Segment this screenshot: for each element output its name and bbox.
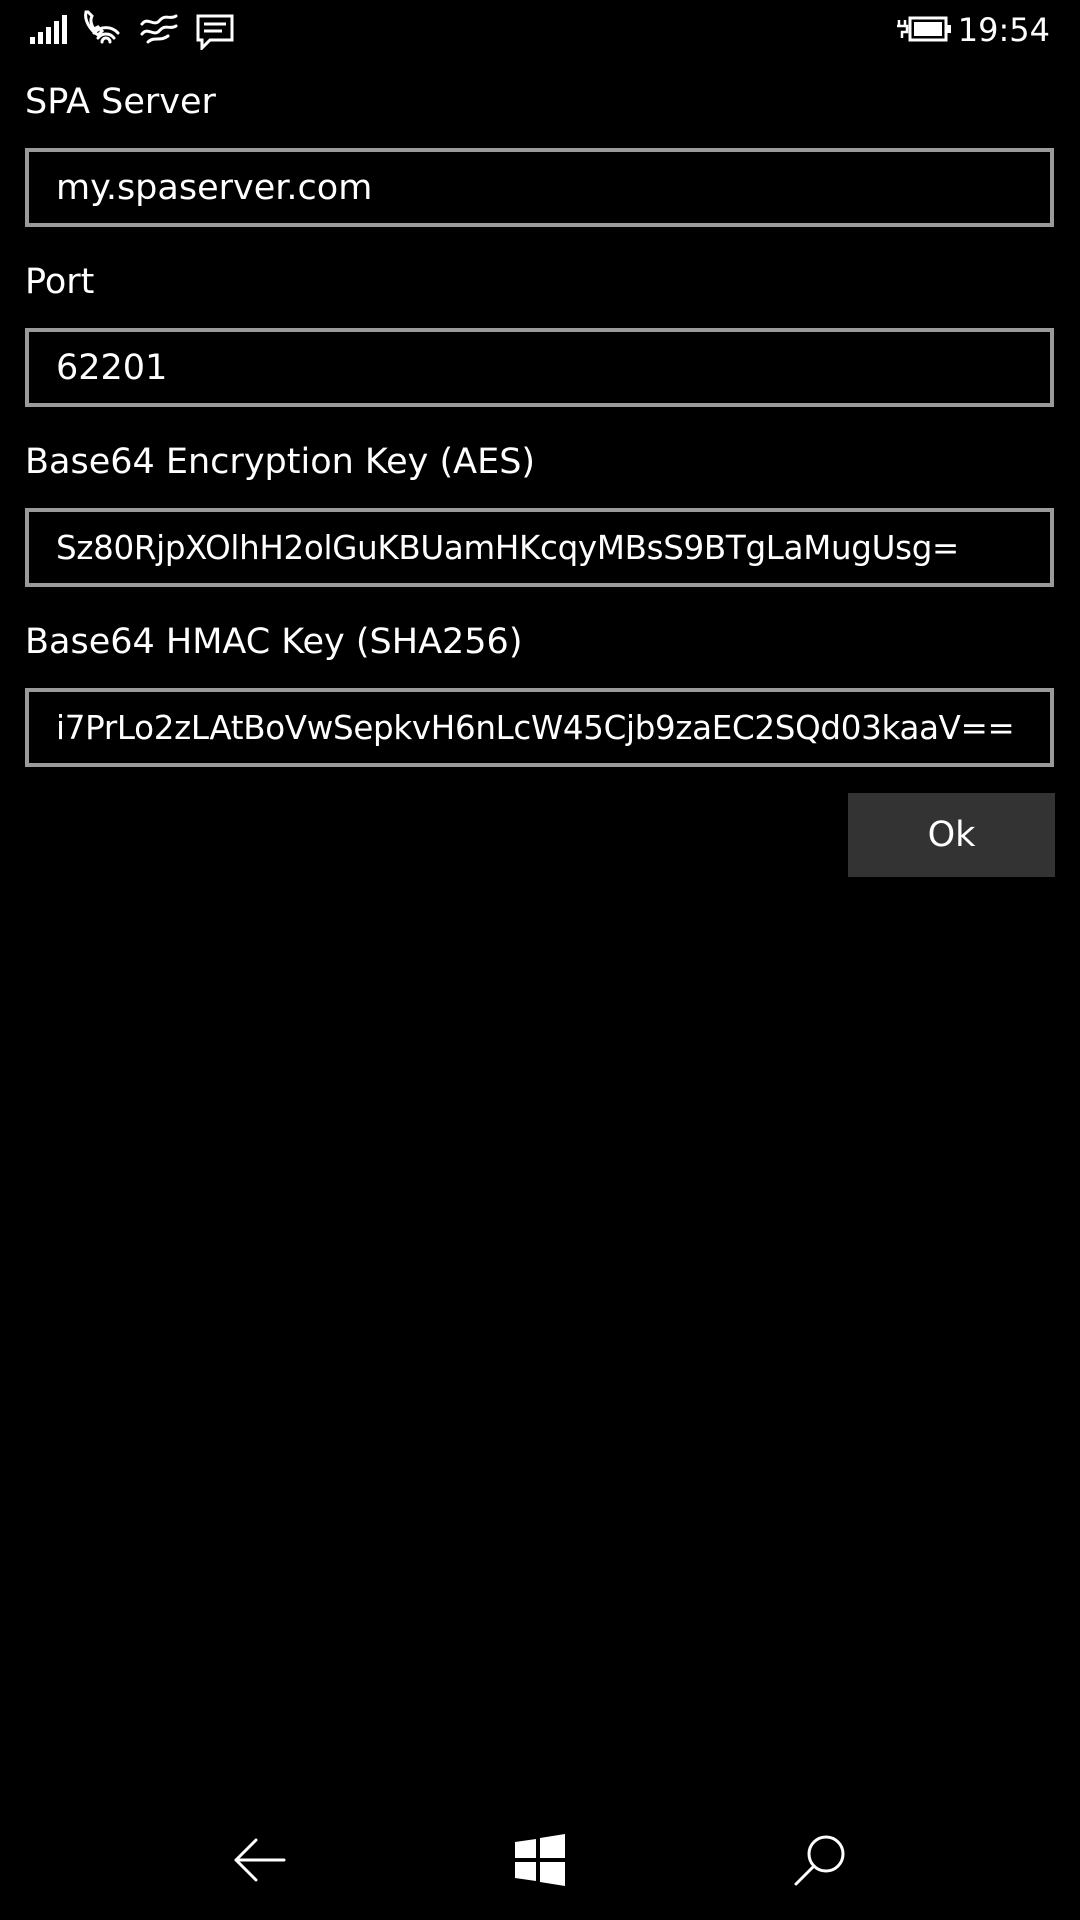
spa-server-label: SPA Server <box>25 82 216 122</box>
signal-strength-icon <box>30 14 68 44</box>
ok-button[interactable]: Ok <box>848 793 1055 877</box>
wifi-calling-icon <box>82 8 124 46</box>
spa-server-input[interactable] <box>25 148 1054 227</box>
battery-charging-icon <box>896 14 952 44</box>
encryption-key-label: Base64 Encryption Key (AES) <box>25 442 536 482</box>
navigation-bar <box>0 1800 1080 1920</box>
search-button[interactable] <box>790 1830 850 1890</box>
port-input[interactable] <box>25 328 1054 407</box>
back-button[interactable] <box>230 1830 290 1890</box>
clock-time: 19:54 <box>957 11 1050 49</box>
port-label: Port <box>25 262 95 302</box>
data-connection-icon <box>140 12 178 44</box>
back-arrow-icon <box>230 1830 290 1890</box>
windows-start-icon <box>510 1830 570 1890</box>
encryption-key-input[interactable] <box>25 508 1054 587</box>
hmac-key-input[interactable] <box>25 688 1054 767</box>
start-button[interactable] <box>510 1830 570 1890</box>
status-bar: 19:54 <box>0 0 1080 62</box>
search-icon <box>790 1830 850 1890</box>
message-notification-icon <box>196 14 234 50</box>
hmac-key-label: Base64 HMAC Key (SHA256) <box>25 622 523 662</box>
